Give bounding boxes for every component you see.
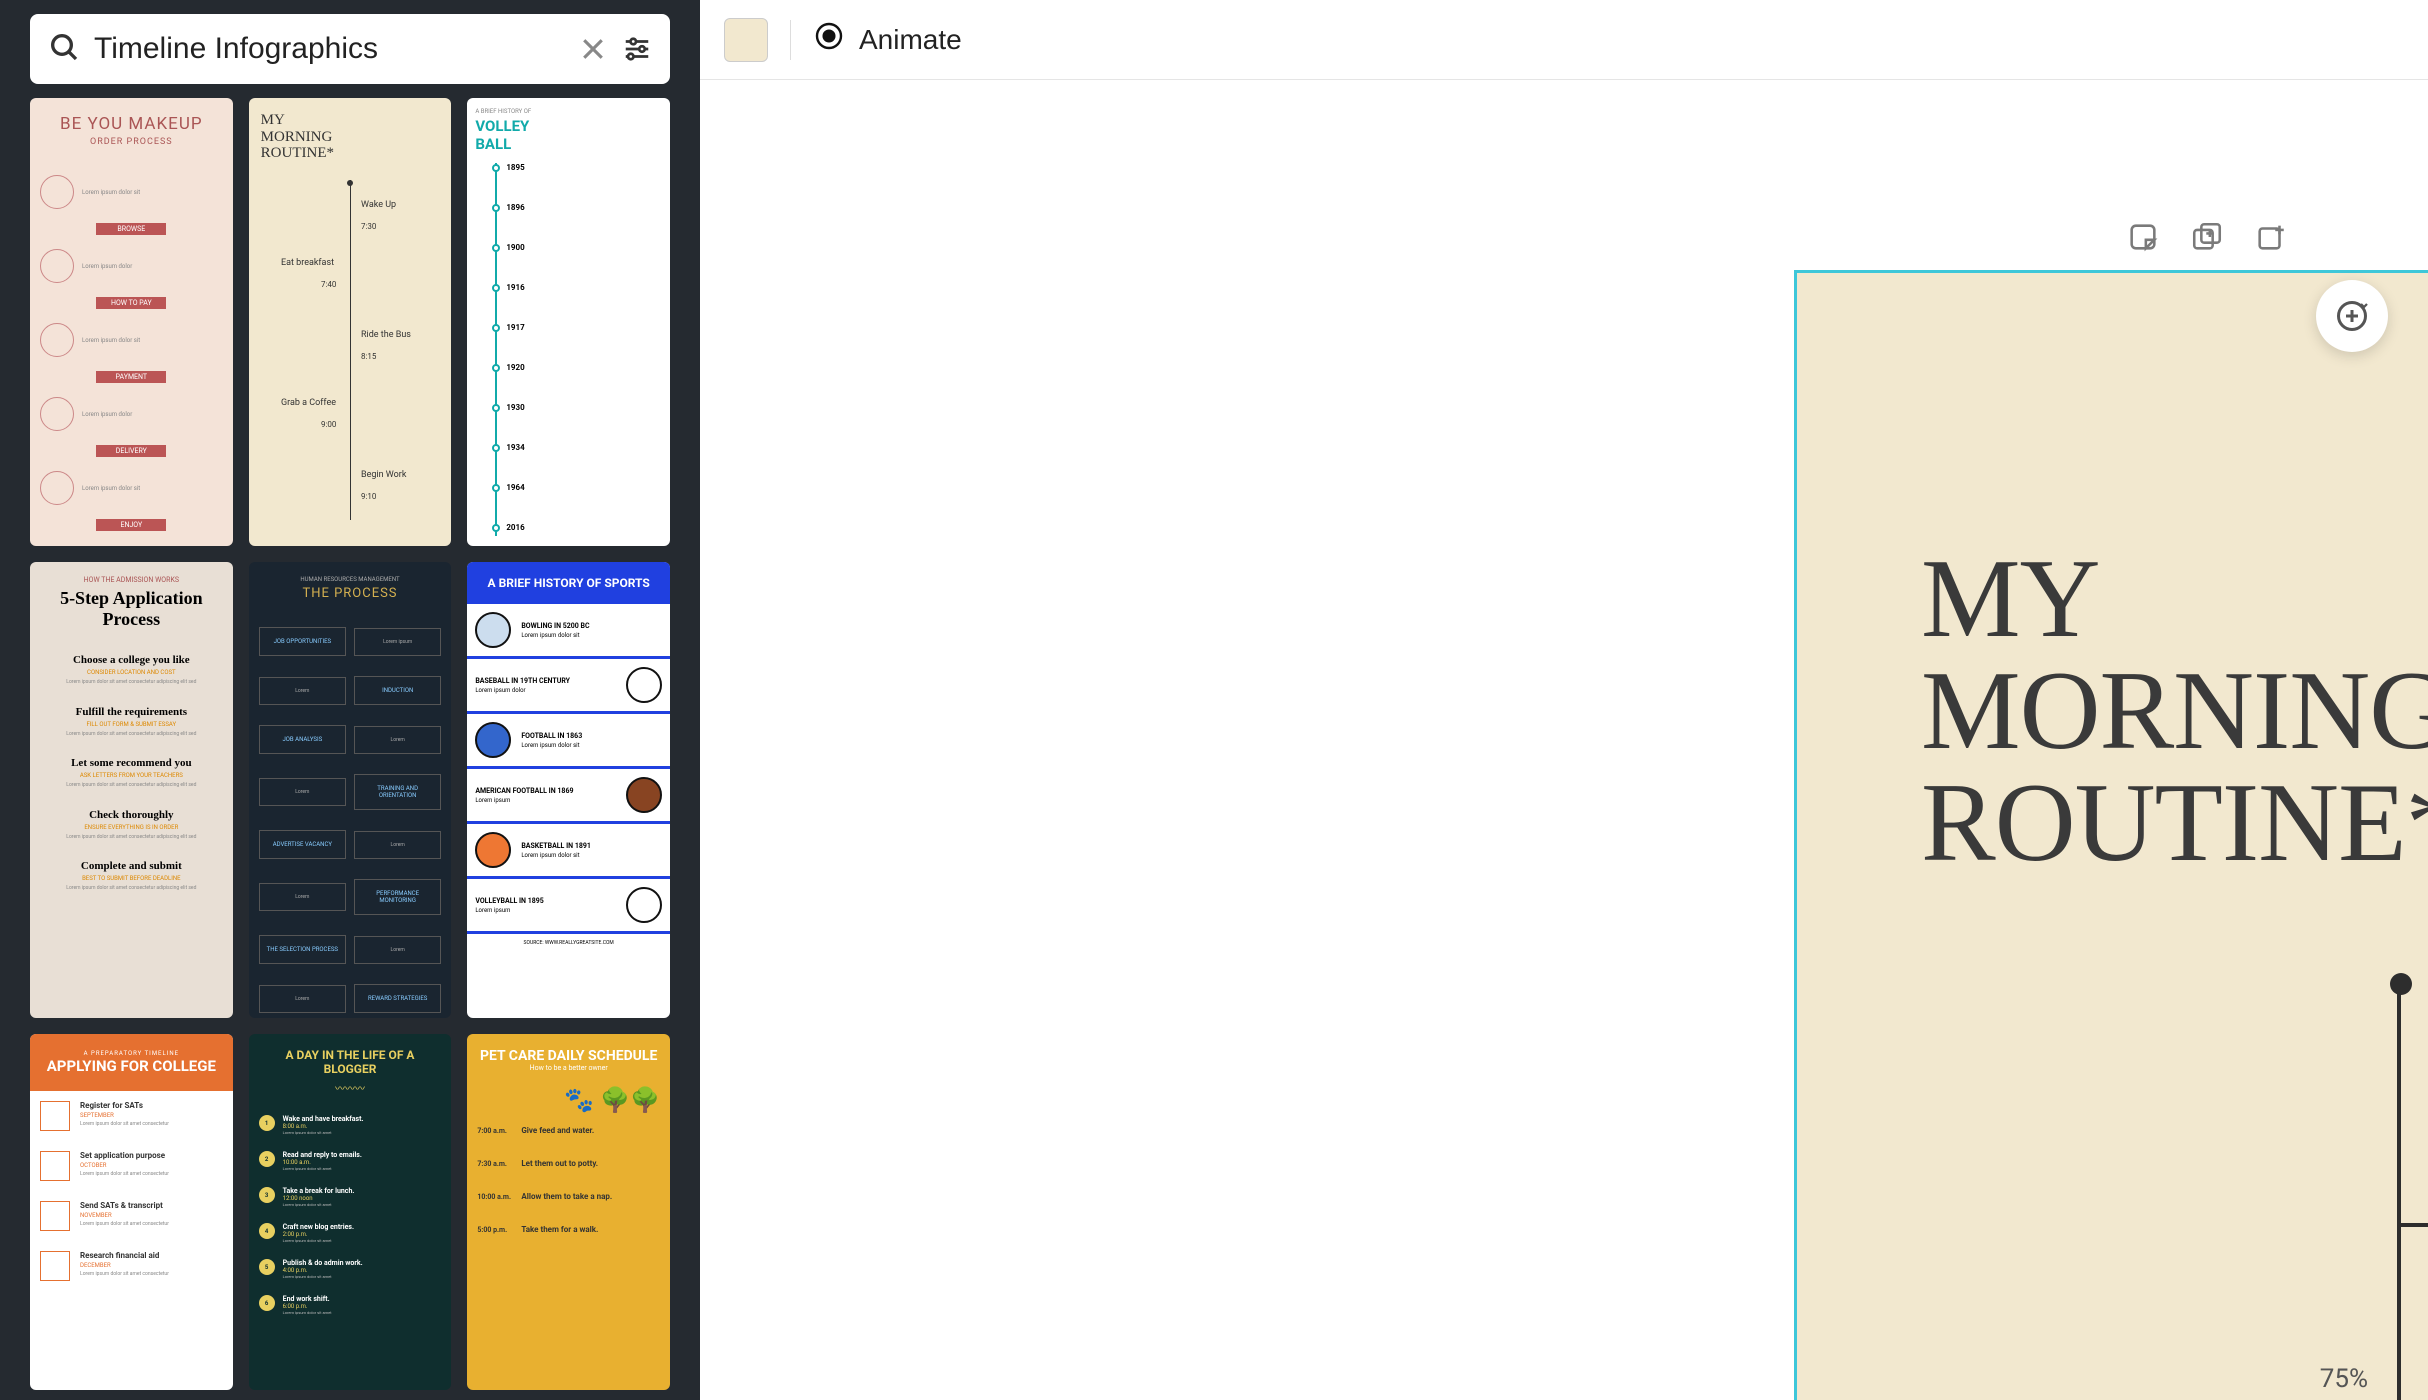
page-actions bbox=[2126, 220, 2288, 258]
clear-icon[interactable] bbox=[578, 34, 608, 64]
template-card[interactable]: A DAY IN THE LIFE OF A BLOGGER 〰〰〰 1Wake… bbox=[249, 1034, 452, 1390]
templates-grid: BE YOU MAKEUP ORDER PROCESS Lorem ipsum … bbox=[0, 98, 700, 1400]
template-card[interactable]: BE YOU MAKEUP ORDER PROCESS Lorem ipsum … bbox=[30, 98, 233, 546]
template-title: PET CARE DAILY SCHEDULE bbox=[477, 1048, 660, 1064]
template-card[interactable]: HOW THE ADMISSION WORKS 5-Step Applicati… bbox=[30, 562, 233, 1018]
animate-icon bbox=[813, 20, 845, 59]
template-title: A BRIEF HISTORY OF SPORTS bbox=[467, 562, 670, 604]
template-card[interactable]: MYMORNINGROUTINE* Wake Up 7:30 Eat break… bbox=[249, 98, 452, 546]
duplicate-page-icon[interactable] bbox=[2190, 220, 2224, 258]
search-box bbox=[30, 14, 670, 84]
animate-button[interactable]: Animate bbox=[813, 20, 962, 59]
document-title[interactable]: MY MORNING ROUTINE* bbox=[1921, 543, 2428, 879]
canvas-area[interactable]: MY MORNING ROUTINE* Wake Up 7:30 Eat bre… bbox=[700, 80, 2428, 1400]
divider bbox=[790, 20, 791, 60]
template-title: VOLLEYBALL bbox=[475, 117, 662, 153]
template-card[interactable]: A BRIEF HISTORY OF VOLLEYBALL 1895 1896 … bbox=[467, 98, 670, 546]
template-card[interactable]: PET CARE DAILY SCHEDULE How to be a bett… bbox=[467, 1034, 670, 1390]
notes-icon[interactable] bbox=[2126, 220, 2160, 258]
timeline-branch[interactable] bbox=[2397, 1223, 2428, 1227]
color-swatch[interactable] bbox=[724, 18, 768, 62]
template-title: MYMORNINGROUTINE* bbox=[261, 112, 440, 162]
add-page-icon[interactable] bbox=[2254, 220, 2288, 258]
main-area: Animate MY MORNING ROUTINE* Wa bbox=[700, 0, 2428, 1400]
template-card[interactable]: HUMAN RESOURCES MANAGEMENT THE PROCESS J… bbox=[249, 562, 452, 1018]
templates-sidebar: BE YOU MAKEUP ORDER PROCESS Lorem ipsum … bbox=[0, 0, 700, 1400]
search-input[interactable] bbox=[94, 32, 564, 66]
filter-icon[interactable] bbox=[622, 34, 652, 64]
search-icon bbox=[48, 31, 80, 67]
template-subtitle: ORDER PROCESS bbox=[40, 137, 223, 147]
template-title: BE YOU MAKEUP bbox=[40, 114, 223, 134]
template-title: A DAY IN THE LIFE OF A BLOGGER bbox=[259, 1048, 442, 1076]
template-title: THE PROCESS bbox=[259, 586, 442, 601]
timeline-line[interactable] bbox=[2397, 983, 2401, 1400]
template-card[interactable]: A BRIEF HISTORY OF SPORTS BOWLING IN 520… bbox=[467, 562, 670, 1018]
template-card[interactable]: A PREPARATORY TIMELINEAPPLYING FOR COLLE… bbox=[30, 1034, 233, 1390]
template-title: 5-Step Application Process bbox=[40, 588, 223, 630]
design-canvas[interactable]: MY MORNING ROUTINE* Wake Up 7:30 Eat bre… bbox=[1794, 270, 2428, 1400]
zoom-level[interactable]: 75% bbox=[2320, 1364, 2368, 1394]
template-title: APPLYING FOR COLLEGE bbox=[38, 1057, 225, 1075]
animate-label: Animate bbox=[859, 24, 962, 56]
search-wrap bbox=[0, 0, 700, 98]
toolbar: Animate bbox=[700, 0, 2428, 80]
timeline-dot[interactable] bbox=[2390, 973, 2412, 995]
add-fab[interactable] bbox=[2316, 280, 2388, 352]
